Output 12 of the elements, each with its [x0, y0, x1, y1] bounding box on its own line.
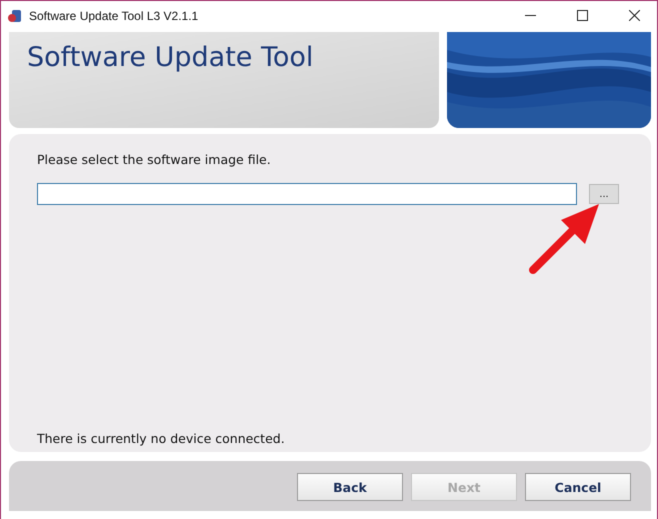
window-title: Software Update Tool L3 V2.1.1 — [29, 8, 200, 22]
status-text: There is currently no device connected. — [37, 431, 285, 446]
close-icon — [628, 10, 640, 21]
maximize-icon — [576, 10, 588, 21]
prompt-text: Please select the software image file. — [37, 152, 271, 167]
minimize-icon — [524, 15, 536, 16]
wizard-button[interactable]: Back — [297, 473, 403, 501]
file-path-field[interactable] — [37, 183, 577, 205]
wizard-button[interactable]: Cancel — [525, 473, 631, 501]
header-title: Software Update Tool — [27, 42, 314, 73]
app-icon — [7, 8, 23, 24]
browse-button[interactable]: ... — [589, 184, 619, 204]
